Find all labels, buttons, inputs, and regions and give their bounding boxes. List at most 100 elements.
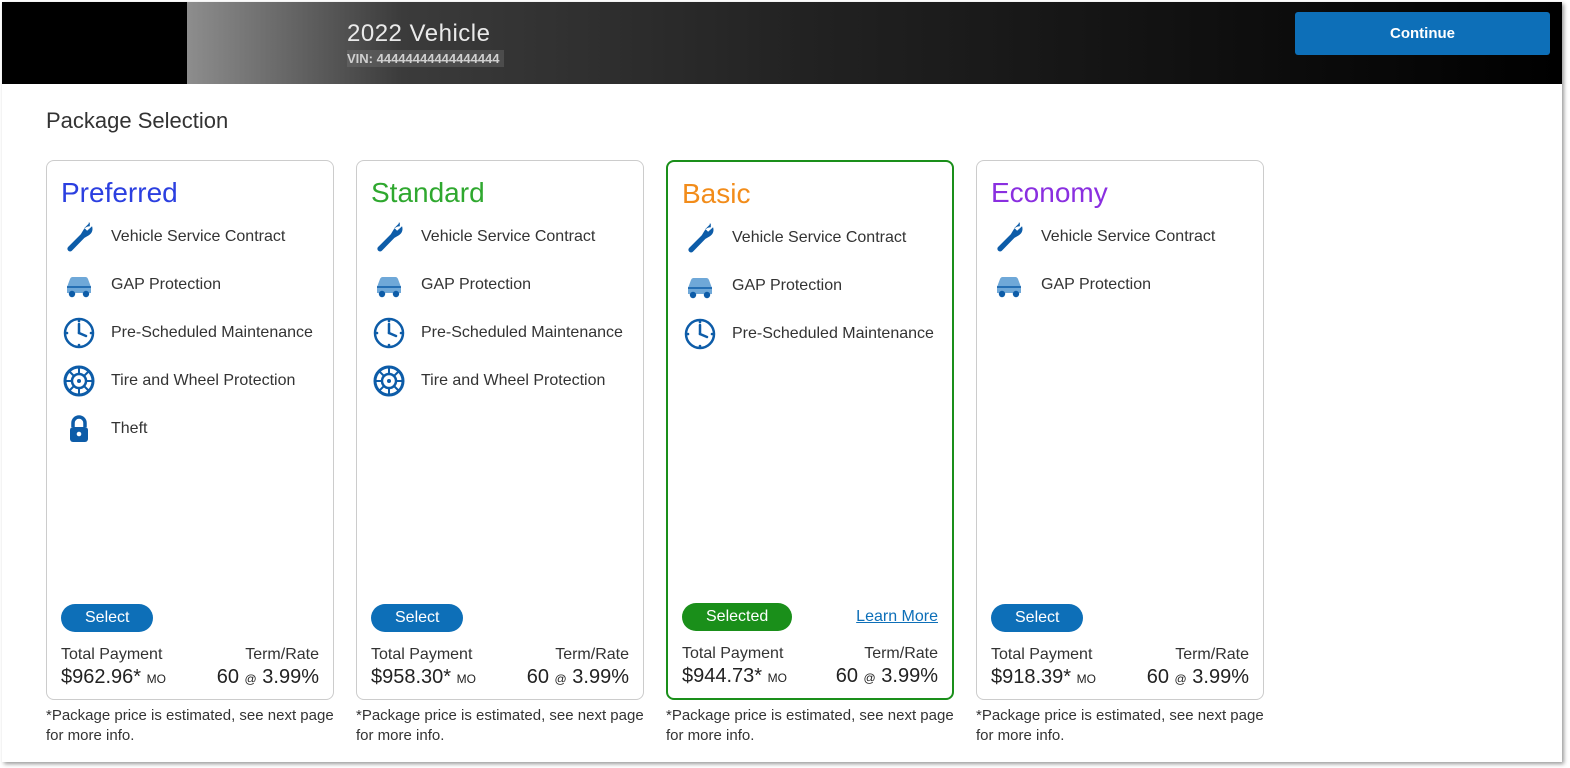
feature-label: GAP Protection [111,276,221,294]
payment-period: MO [457,672,476,686]
lock-icon [61,411,97,447]
package-card-standard[interactable]: Standard Vehicle Service Contract GAP Prot… [356,160,644,700]
feature-label: GAP Protection [1041,276,1151,294]
select-button[interactable]: Select [371,604,463,632]
feature-item: Vehicle Service Contract [991,219,1249,255]
package-title: Basic [682,178,938,210]
feature-item: Pre-Scheduled Maintenance [371,315,629,351]
car-icon [371,267,407,303]
package-card-basic[interactable]: Basic Vehicle Service Contract GAP Protect… [666,160,954,700]
term-rate-label: Term/Rate [555,646,629,664]
package-title: Economy [991,177,1249,209]
at-symbol: @ [1175,672,1187,686]
feature-item: Vehicle Service Contract [61,219,319,255]
feature-item: Tire and Wheel Protection [371,363,629,399]
select-button[interactable]: Select [991,604,1083,632]
feature-list: Vehicle Service Contract GAP Protection Pr… [371,219,629,600]
feature-item: GAP Protection [991,267,1249,303]
term-rate-value: 60 @ 3.99% [217,666,319,689]
payment-amount: $962.96* [61,666,141,688]
rate-value: 3.99% [1192,666,1249,688]
feature-item: Vehicle Service Contract [371,219,629,255]
term-value: 60 [1147,666,1169,688]
at-symbol: @ [864,671,876,685]
feature-item: Pre-Scheduled Maintenance [682,316,938,352]
feature-item: Pre-Scheduled Maintenance [61,315,319,351]
payment-period: MO [147,672,166,686]
card-actions: Select [61,604,319,632]
feature-label: Tire and Wheel Protection [421,372,605,390]
payment-amount: $944.73* [682,665,762,687]
term-rate-value: 60 @ 3.99% [836,665,938,688]
total-payment-label: Total Payment [991,646,1096,664]
feature-label: Vehicle Service Contract [1041,228,1215,246]
package-card-preferred[interactable]: PreferredVehicle Service ContractGAP Pro… [46,160,334,700]
selected-button[interactable]: Selected [682,603,792,631]
learn-more-link[interactable]: Learn More [856,608,938,626]
feature-label: Vehicle Service Contract [732,229,906,247]
payment-amount: $918.39* [991,666,1071,688]
total-payment-value: $962.96* MO [61,666,166,689]
app-frame: 2022 Vehicle VIN: 44444444444444444 Cont… [2,2,1562,762]
card-actions: Select [991,604,1249,632]
wrench-icon [371,219,407,255]
page-title: Package Selection [46,108,1518,134]
feature-item: Tire and Wheel Protection [61,363,319,399]
feature-label: GAP Protection [732,277,842,295]
price-disclaimer: *Package price is estimated, see next pa… [666,706,954,747]
logo-area [2,2,187,84]
package-title: Standard [371,177,629,209]
tire-icon [61,363,97,399]
price-disclaimer: *Package price is estimated, see next pa… [976,706,1264,747]
term-rate-value: 60 @ 3.99% [1147,666,1249,689]
clock-icon [371,315,407,351]
total-payment-value: $944.73* MO [682,665,787,688]
at-symbol: @ [555,672,567,686]
wrench-icon [991,219,1027,255]
header-bar: 2022 Vehicle VIN: 44444444444444444 Cont… [2,2,1562,84]
feature-label: Pre-Scheduled Maintenance [732,325,934,343]
feature-label: Pre-Scheduled Maintenance [421,324,623,342]
payment-period: MO [1077,672,1096,686]
vehicle-title: 2022 Vehicle [347,20,504,48]
clock-icon [61,315,97,351]
content-area: Package Selection PreferredVehicle Servi… [2,84,1562,762]
term-value: 60 [527,666,549,688]
feature-list: Vehicle Service Contract GAP Protection [991,219,1249,600]
card-actions: Selected Learn More [682,603,938,631]
feature-item: GAP Protection [371,267,629,303]
feature-label: Vehicle Service Contract [421,228,595,246]
select-button[interactable]: Select [61,604,153,632]
car-icon [61,267,97,303]
feature-label: Theft [111,420,147,438]
feature-list: Vehicle Service Contract GAP Protection Pr… [682,220,938,599]
feature-item: GAP Protection [61,267,319,303]
total-payment-label: Total Payment [61,646,166,664]
package-cards-row: PreferredVehicle Service ContractGAP Pro… [46,160,1518,747]
rate-value: 3.99% [572,666,629,688]
feature-label: Vehicle Service Contract [111,228,285,246]
vehicle-info: 2022 Vehicle VIN: 44444444444444444 [347,20,504,67]
total-payment-value: $918.39* MO [991,666,1096,689]
total-payment-label: Total Payment [371,646,476,664]
price-disclaimer: *Package price is estimated, see next pa… [356,706,644,747]
rate-value: 3.99% [881,665,938,687]
payment-amount: $958.30* [371,666,451,688]
continue-button[interactable]: Continue [1295,12,1550,55]
package-card-economy[interactable]: Economy Vehicle Service Contract GAP Prote… [976,160,1264,700]
feature-label: Tire and Wheel Protection [111,372,295,390]
car-icon [991,267,1027,303]
card-footer: Total Payment$944.73* MOTerm/Rate60 @ 3.… [682,645,938,688]
clock-icon [682,316,718,352]
card-footer: Total Payment $958.30* MO Term/Rate 60 @ 3.… [371,646,629,689]
feature-label: GAP Protection [421,276,531,294]
total-payment-label: Total Payment [682,645,787,663]
term-value: 60 [836,665,858,687]
feature-label: Pre-Scheduled Maintenance [111,324,313,342]
card-footer: Total Payment $918.39* MO Term/Rate 60 @ 3.… [991,646,1249,689]
payment-period: MO [768,671,787,685]
feature-item: GAP Protection [682,268,938,304]
at-symbol: @ [245,672,257,686]
term-rate-label: Term/Rate [1175,646,1249,664]
total-payment-value: $958.30* MO [371,666,476,689]
